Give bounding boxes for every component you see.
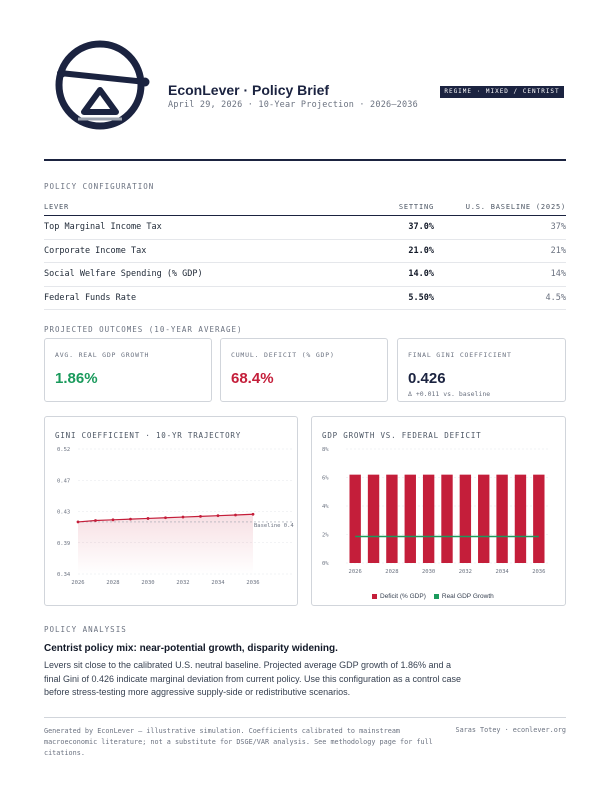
- x-tick-label: 2026: [349, 569, 362, 575]
- brief-subtitle: April 29, 2026 · 10-Year Projection · 20…: [168, 100, 418, 110]
- x-tick-label: 2028: [385, 569, 398, 575]
- lever-name: Top Marginal Income Tax: [44, 222, 162, 233]
- y-tick-label: 0.47: [57, 478, 70, 484]
- lever-name: Corporate Income Tax: [44, 245, 147, 256]
- baseline-label: Baseline 0.4: [254, 523, 294, 529]
- table-header: LEVER SETTING U.S. BASELINE (2025): [44, 200, 566, 216]
- gini-data-point: [146, 517, 150, 520]
- card-value: 0.426: [408, 370, 446, 387]
- lever-baseline: 37%: [550, 222, 566, 233]
- gini-line-chart: 0.52 0.47 0.43 0.39 0.342026 2028 2030 2032 2034…: [57, 447, 294, 586]
- gini-data-point: [234, 513, 237, 517]
- header-divider: [44, 159, 566, 161]
- lever-name: Federal Funds Rate: [44, 292, 137, 303]
- x-tick-label: 2034: [211, 580, 225, 586]
- gdp-deficit-bar-chart: 8% 6% 4% 2% 0% 2026 2028 2030 2032 2034 2036: [322, 447, 548, 575]
- lever-setting: 21.0%: [408, 245, 434, 256]
- gini-area-fill: [78, 514, 253, 574]
- analysis-label: POLICY ANALYSIS: [44, 625, 127, 634]
- chart-legend: Deficit (% GDP) Real GDP Growth: [372, 593, 494, 600]
- x-tick-label: 2036: [246, 580, 259, 586]
- x-tick-label: 2026: [71, 580, 84, 586]
- gini-data-point: [76, 520, 80, 524]
- x-tick-label: 2032: [176, 580, 189, 586]
- gini-data-point: [216, 514, 220, 518]
- footer-divider: [44, 717, 566, 718]
- legend-label-gdp: Real GDP Growth: [441, 593, 494, 600]
- x-tick-label: 2036: [532, 569, 545, 575]
- deficit-bar: [441, 474, 453, 563]
- card-value: 68.4%: [231, 370, 274, 387]
- card-label: CUMUL. DEFICIT (% GDP): [231, 351, 335, 359]
- analysis-headline: Centrist policy mix: near-potential grow…: [44, 643, 338, 654]
- y-tick-label: 6%: [322, 476, 329, 482]
- y-tick-label: 0.34: [57, 572, 71, 578]
- policy-config-label: POLICY CONFIGURATION: [44, 182, 155, 191]
- deficit-bar: [367, 474, 380, 563]
- deficit-bar: [514, 474, 527, 563]
- deficit-bar: [496, 474, 508, 563]
- legend-swatch-gdp: [433, 594, 439, 599]
- x-tick-label: 2034: [495, 569, 509, 575]
- lever-setting: 5.50%: [408, 292, 434, 303]
- column-header: U.S. BASELINE (2025): [465, 203, 566, 211]
- gini-data-point: [251, 512, 255, 516]
- x-tick-label: 2028: [106, 580, 119, 586]
- lever-setting: 37.0%: [408, 222, 434, 233]
- gini-data-point: [111, 518, 115, 522]
- x-tick-label: 2030: [141, 580, 154, 586]
- column-header: LEVER: [44, 203, 70, 211]
- legend-swatch-deficit: [372, 594, 377, 599]
- brief-title: EconLever · Policy Brief: [168, 82, 330, 98]
- x-tick-label: 2032: [459, 569, 472, 575]
- deficit-bar: [533, 474, 545, 563]
- column-header: SETTING: [398, 203, 434, 211]
- card-value: 1.86%: [55, 370, 98, 387]
- analysis-body: Levers sit close to the calibrated U.S. …: [44, 660, 462, 697]
- deficit-card: CUMUL. DEFICIT (% GDP) 68.4%: [220, 338, 388, 402]
- gini-data-point: [94, 519, 97, 522]
- lever-setting: 14.0%: [408, 269, 434, 280]
- y-tick-label: 0.52: [57, 447, 70, 453]
- y-tick-label: 8%: [322, 447, 329, 453]
- deficit-bar: [349, 474, 361, 563]
- lever-baseline: 21%: [550, 245, 566, 256]
- y-tick-label: 2%: [322, 533, 329, 539]
- deficit-bar: [422, 474, 435, 563]
- lever-name: Social Welfare Spending (% GDP): [44, 269, 203, 280]
- gini-data-point: [129, 517, 132, 521]
- card-label: FINAL GINI COEFFICIENT: [408, 351, 512, 359]
- table-row: Corporate Income Tax 21.0% 21%: [44, 240, 566, 263]
- y-tick-label: 0%: [322, 561, 329, 567]
- policy-config-table: LEVER SETTING U.S. BASELINE (2025) Top M…: [44, 200, 566, 310]
- y-tick-label: 0.43: [57, 510, 70, 516]
- deficit-bar: [459, 474, 472, 563]
- deficit-bar: [386, 474, 398, 563]
- footer-credit: Saras Totey · econlever.org: [455, 726, 567, 734]
- table-row: Top Marginal Income Tax 37.0% 37%: [44, 216, 566, 240]
- deficit-bar: [404, 474, 416, 563]
- gini-data-point: [181, 515, 185, 519]
- lever-baseline: 14%: [550, 269, 566, 280]
- regime-badge: REGIME · MIXED / CENTRIST: [440, 86, 564, 98]
- footer-disclaimer: Generated by EconLever — illustrative si…: [44, 727, 433, 757]
- gini-card: FINAL GINI COEFFICIENT 0.426 Δ +0.011 vs…: [397, 338, 566, 402]
- gdp-growth-card: AVG. REAL GDP GROWTH 1.86%: [44, 338, 212, 402]
- table-row: Federal Funds Rate 5.50% 4.5%: [44, 287, 566, 310]
- gini-chart-panel: GINI COEFFICIENT · 10-YR TRAJECTORY 0.52…: [44, 416, 298, 606]
- card-note: Δ +0.011 vs. baseline: [408, 390, 491, 398]
- gdp-deficit-chart-panel: GDP GROWTH VS. FEDERAL DEFICIT 8% 6% 4% 2% 0…: [311, 416, 566, 606]
- card-label: AVG. REAL GDP GROWTH: [55, 351, 150, 359]
- gini-data-point: [164, 516, 167, 520]
- gini-data-point: [199, 514, 202, 518]
- deficit-bar: [478, 474, 490, 563]
- x-tick-label: 2030: [422, 569, 435, 575]
- y-tick-label: 0.39: [57, 541, 70, 547]
- outcomes-label: PROJECTED OUTCOMES (10-YEAR AVERAGE): [44, 325, 243, 334]
- lever-baseline: 4.5%: [545, 292, 566, 303]
- seesaw-balance-icon: [55, 40, 150, 130]
- table-row: Social Welfare Spending (% GDP) 14.0% 14…: [44, 263, 566, 287]
- legend-label-deficit: Deficit (% GDP): [380, 593, 426, 600]
- y-tick-label: 4%: [322, 504, 329, 510]
